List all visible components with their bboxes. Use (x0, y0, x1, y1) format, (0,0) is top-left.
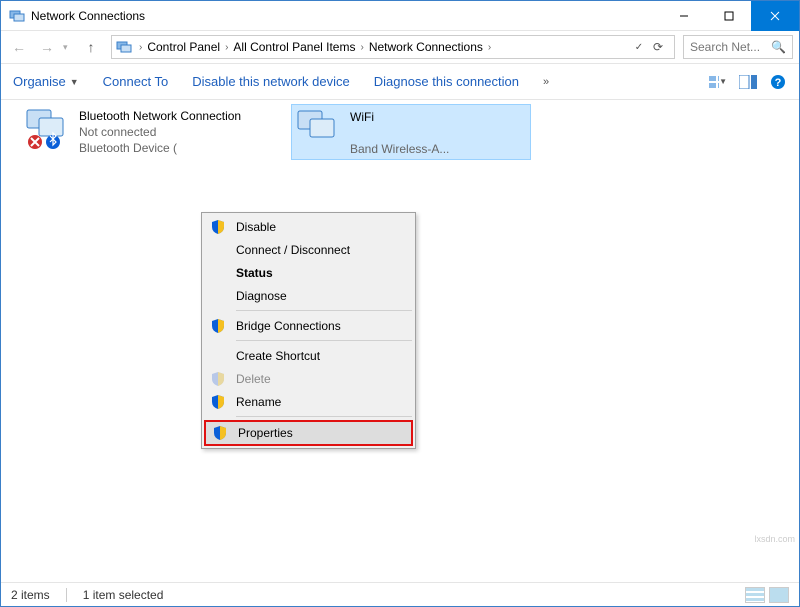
location-icon (116, 39, 132, 55)
menu-bridge-connections[interactable]: Bridge Connections (204, 314, 413, 337)
shield-icon (210, 394, 226, 410)
content-area: Bluetooth Network Connection Not connect… (1, 100, 799, 572)
forward-button[interactable]: → (35, 35, 59, 59)
chevron-right-icon[interactable]: › (136, 42, 145, 53)
window-titlebar: Network Connections (1, 1, 799, 31)
navigation-bar: ← → ▾ ↑ › Control Panel › All Control Pa… (1, 31, 799, 64)
selected-count: 1 item selected (83, 588, 164, 602)
menu-disable[interactable]: Disable (204, 215, 413, 238)
preview-pane-icon[interactable] (739, 73, 757, 91)
menu-create-shortcut[interactable]: Create Shortcut (204, 344, 413, 367)
item-device: Bluetooth Device ( (79, 140, 241, 156)
item-status (350, 125, 449, 141)
menu-delete: Delete (204, 367, 413, 390)
view-options-icon[interactable]: ▼ (709, 73, 727, 91)
item-text: Bluetooth Network Connection Not connect… (79, 108, 241, 156)
address-dropdown[interactable]: ✓ (632, 42, 646, 53)
maximize-button[interactable] (706, 1, 751, 31)
app-icon (9, 8, 25, 24)
organise-menu[interactable]: Organise ▼ (13, 74, 79, 89)
minimize-button[interactable] (661, 1, 706, 31)
details-view-icon[interactable] (745, 587, 765, 603)
breadcrumb-control-panel[interactable]: Control Panel (145, 40, 222, 54)
chevron-right-icon[interactable]: › (357, 42, 366, 53)
wifi-connection-icon (296, 109, 344, 151)
bluetooth-connection-icon (25, 108, 73, 150)
disable-device-button[interactable]: Disable this network device (192, 74, 350, 89)
shield-icon (210, 318, 226, 334)
chevron-right-icon[interactable]: › (222, 42, 231, 53)
window-title: Network Connections (31, 9, 661, 23)
shield-icon (212, 425, 228, 441)
separator (66, 588, 67, 602)
menu-rename[interactable]: Rename (204, 390, 413, 413)
item-device: Band Wireless-A... (350, 141, 449, 157)
search-placeholder: Search Net... (690, 40, 760, 54)
item-count: 2 items (11, 588, 50, 602)
search-input[interactable]: Search Net... 🔍 (683, 35, 793, 59)
menu-status[interactable]: Status (204, 261, 413, 284)
context-menu: Disable Connect / Disconnect Status Diag… (201, 212, 416, 449)
connection-item-wifi[interactable]: WiFi Band Wireless-A... (291, 104, 531, 160)
diagnose-button[interactable]: Diagnose this connection (374, 74, 519, 89)
shield-icon (210, 371, 226, 387)
menu-properties[interactable]: Properties (204, 420, 413, 446)
watermark: lxsdn.com (754, 534, 795, 544)
up-button[interactable]: ↑ (79, 35, 103, 59)
chevron-right-icon[interactable]: › (485, 42, 494, 53)
connection-item-bluetooth[interactable]: Bluetooth Network Connection Not connect… (21, 104, 261, 160)
shield-icon (210, 219, 226, 235)
status-bar: 2 items 1 item selected (1, 582, 799, 606)
item-status: Not connected (79, 124, 241, 140)
dropdown-icon: ▼ (70, 77, 79, 87)
menu-connect-disconnect[interactable]: Connect / Disconnect (204, 238, 413, 261)
back-button[interactable]: ← (7, 35, 31, 59)
help-icon[interactable]: ? (769, 73, 787, 91)
svg-text:?: ? (775, 77, 782, 89)
connect-to-button[interactable]: Connect To (103, 74, 169, 89)
command-toolbar: Organise ▼ Connect To Disable this netwo… (1, 64, 799, 100)
breadcrumb-all-items[interactable]: All Control Panel Items (231, 40, 357, 54)
recent-dropdown[interactable]: ▾ (63, 42, 75, 53)
menu-separator (236, 416, 412, 417)
view-mode-icons (745, 587, 789, 603)
close-button[interactable] (751, 1, 799, 31)
menu-separator (236, 310, 412, 311)
item-text: WiFi Band Wireless-A... (350, 109, 449, 157)
item-title: WiFi (350, 109, 449, 125)
window-controls (661, 1, 799, 30)
overflow-icon[interactable]: » (543, 76, 549, 88)
refresh-button[interactable]: ⟳ (646, 40, 670, 54)
item-title: Bluetooth Network Connection (79, 108, 241, 124)
address-bar[interactable]: › Control Panel › All Control Panel Item… (111, 35, 675, 59)
search-icon: 🔍 (771, 40, 786, 54)
large-icons-view-icon[interactable] (769, 587, 789, 603)
menu-diagnose[interactable]: Diagnose (204, 284, 413, 307)
menu-separator (236, 340, 412, 341)
breadcrumb-network-connections[interactable]: Network Connections (367, 40, 485, 54)
